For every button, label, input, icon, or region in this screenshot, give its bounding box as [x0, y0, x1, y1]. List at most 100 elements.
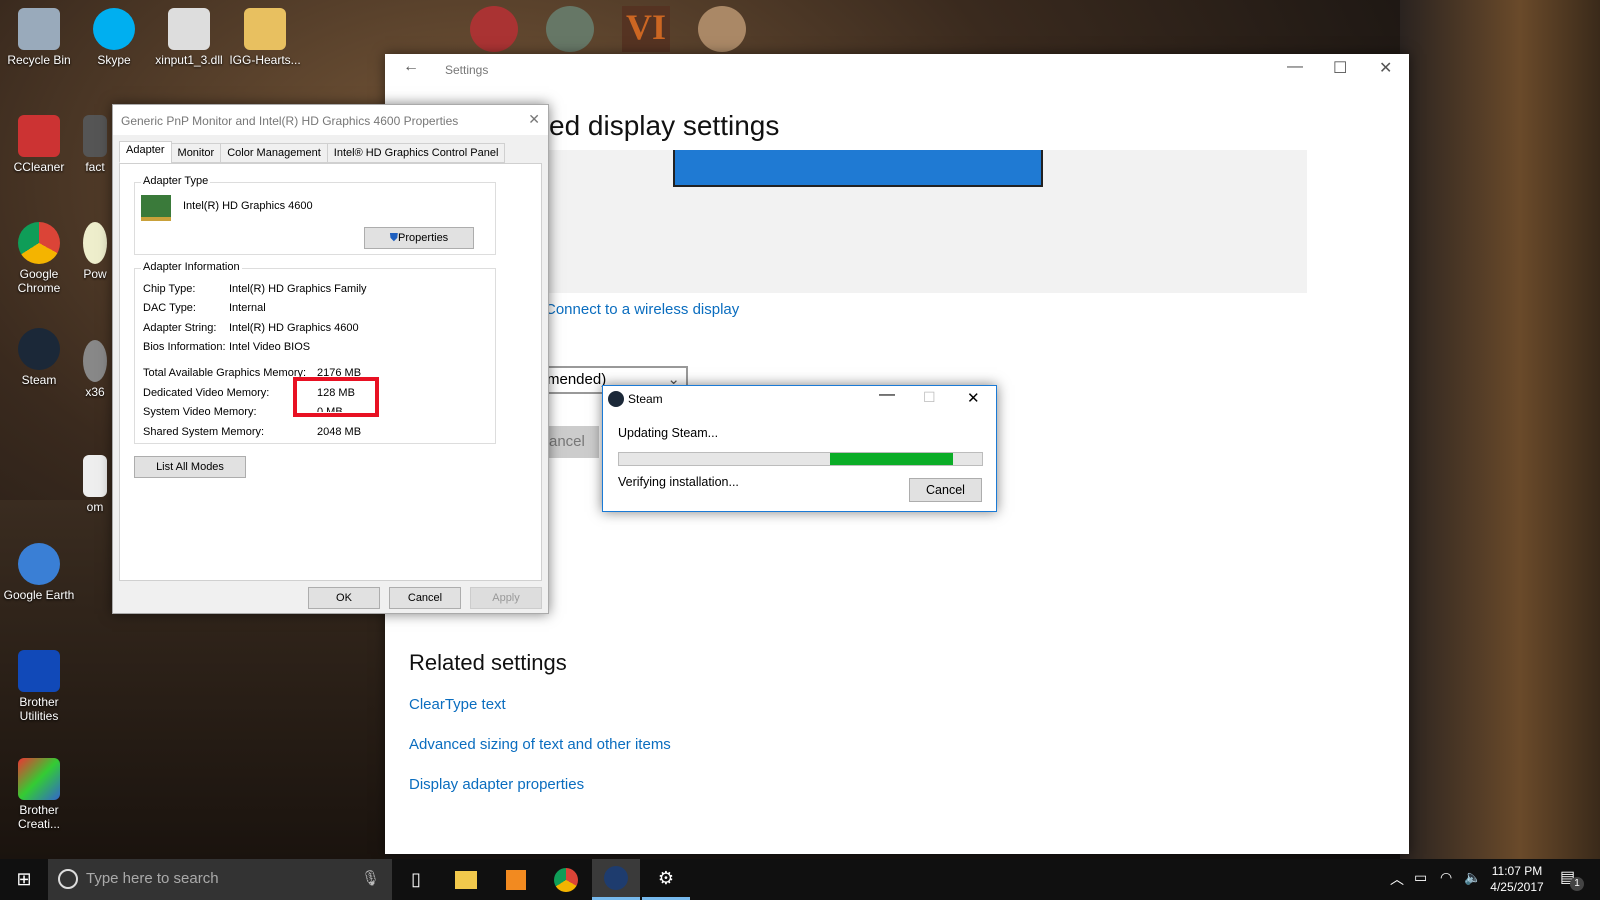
settings-taskbar-button[interactable]: ⚙ [642, 859, 690, 900]
search-box[interactable]: Type here to search 🎙 [48, 859, 392, 900]
tab-intel-control-panel[interactable]: Intel® HD Graphics Control Panel [326, 143, 506, 163]
file-icon [83, 115, 107, 157]
file-icon [83, 455, 107, 497]
volume-icon[interactable]: 🔈 [1464, 869, 1481, 886]
task-view-button[interactable]: ▯ [392, 859, 440, 900]
maximize-button: ☐ [923, 389, 936, 405]
notification-badge: 1 [1570, 877, 1584, 891]
minimize-button[interactable]: — [1287, 58, 1303, 76]
google-earth-icon [18, 543, 60, 585]
close-button[interactable]: ✕ [1379, 58, 1392, 78]
game-icon[interactable] [470, 6, 518, 52]
file-explorer-button[interactable] [442, 859, 490, 900]
progress-bar-fill [829, 453, 953, 465]
folder-icon [244, 8, 286, 50]
dialog-title: Steam [628, 392, 663, 406]
desktop-icon-igg[interactable]: IGG-Hearts... [226, 8, 304, 67]
dialog-title: Generic PnP Monitor and Intel(R) HD Grap… [121, 114, 459, 128]
close-icon[interactable]: ✕ [528, 111, 540, 128]
detail-text: Verifying installation... [618, 475, 739, 489]
red-highlight-box [293, 377, 379, 417]
bios-info-value: Intel Video BIOS [229, 341, 311, 353]
cancel-button[interactable]: ancel [549, 426, 599, 458]
desktop-icon-ccleaner[interactable]: CCleaner [0, 115, 78, 174]
shared-memory-value: 2048 MB [317, 426, 362, 438]
steam-icon [18, 328, 60, 370]
adapter-information-group: Adapter Information Chip Type: Intel(R) H… [134, 261, 496, 444]
wifi-icon[interactable]: ◠ [1440, 869, 1452, 886]
wallpaper [1400, 0, 1600, 860]
desktop-icon-google-earth[interactable]: Google Earth [0, 543, 78, 602]
action-center-button[interactable]: ▤ 1 [1560, 867, 1584, 891]
display-adapter-properties-link[interactable]: Display adapter properties [409, 776, 584, 793]
back-arrow-icon[interactable]: ← [403, 58, 419, 76]
chrome-taskbar-button[interactable] [542, 859, 590, 900]
desktop-icon-brother-utilities[interactable]: Brother Utilities [0, 650, 78, 723]
window-title: Settings [445, 63, 489, 77]
recycle-bin-icon [18, 8, 60, 50]
chrome-icon [18, 222, 60, 264]
taskbar: ⊞ Type here to search 🎙 ▯ ⚙ ︿ ▭ ◠ 🔈 11:0… [0, 859, 1600, 900]
display-monitor-1[interactable] [673, 150, 1043, 187]
skype-icon [93, 8, 135, 50]
clock[interactable]: 11:07 PM 4/25/2017 [1482, 863, 1552, 895]
cleartype-link[interactable]: ClearType text [409, 696, 506, 713]
cancel-button[interactable]: Cancel [389, 587, 461, 609]
properties-button[interactable]: ⛊Properties [364, 227, 474, 249]
connect-wireless-display-link[interactable]: Connect to a wireless display [545, 301, 739, 318]
status-text: Updating Steam... [618, 426, 719, 440]
tab-adapter[interactable]: Adapter [119, 141, 172, 163]
minimize-button[interactable]: — [879, 386, 895, 404]
advanced-sizing-link[interactable]: Advanced sizing of text and other items [409, 736, 671, 753]
chip-type-value: Intel(R) HD Graphics Family [229, 283, 367, 295]
desktop-icon-xinput[interactable]: xinput1_3.dll [150, 8, 228, 67]
list-all-modes-button[interactable]: List All Modes [134, 456, 246, 478]
media-player-button[interactable] [492, 859, 540, 900]
apply-button[interactable]: Apply [470, 587, 542, 609]
game-icon[interactable] [546, 6, 594, 52]
brother-utilities-icon [18, 650, 60, 692]
microphone-icon[interactable]: 🎙 [361, 869, 380, 887]
adapter-tab-panel: Adapter Type Intel(R) HD Graphics 4600 ⛊… [119, 163, 542, 581]
maximize-button[interactable]: ☐ [1333, 58, 1347, 78]
media-player-icon [506, 869, 526, 890]
desktop-icon-chrome[interactable]: Google Chrome [0, 222, 78, 295]
folder-icon [455, 870, 477, 889]
related-settings-heading: Related settings [409, 650, 567, 675]
desktop-icon-fact[interactable]: fact [80, 115, 110, 174]
start-button[interactable]: ⊞ [0, 859, 48, 900]
tab-monitor[interactable]: Monitor [170, 143, 222, 163]
dac-type-value: Internal [229, 302, 266, 314]
cortana-icon [58, 869, 78, 889]
ok-button[interactable]: OK [308, 587, 380, 609]
gear-icon: ⚙ [657, 867, 675, 888]
desktop-icon-pow[interactable]: Pow [80, 222, 110, 281]
progress-bar [618, 452, 983, 466]
desktop-icon-x36[interactable]: x36 [80, 340, 110, 399]
desktop-icon-steam[interactable]: Steam [0, 328, 78, 387]
tab-color-management[interactable]: Color Management [220, 143, 328, 163]
adapter-string-value: Intel(R) HD Graphics 4600 [229, 322, 359, 334]
display-preview-area [549, 150, 1307, 293]
desktop-icon-skype[interactable]: Skype [75, 8, 153, 67]
cancel-button[interactable]: Cancel [909, 478, 982, 502]
chrome-icon [554, 867, 578, 892]
close-button[interactable]: ✕ [967, 389, 980, 407]
game-icon[interactable] [698, 6, 746, 52]
uac-shield-icon: ⛊ [389, 232, 399, 244]
steam-update-dialog: Steam — ☐ ✕ Updating Steam... Verifying … [602, 385, 997, 512]
desktop-icon-om[interactable]: om [80, 455, 110, 514]
game-icon[interactable]: VI [622, 6, 670, 52]
gear-icon [83, 340, 107, 382]
show-hidden-icons-chevron[interactable]: ︿ [1390, 869, 1404, 889]
desktop-icon-brother-creative[interactable]: Brother Creati... [0, 758, 78, 831]
graphics-card-icon [141, 195, 171, 221]
adapter-properties-dialog: Generic PnP Monitor and Intel(R) HD Grap… [112, 104, 549, 614]
steam-taskbar-button[interactable] [592, 859, 640, 900]
battery-icon[interactable]: ▭ [1414, 869, 1427, 886]
brother-creative-icon [18, 758, 60, 800]
adapter-type-group: Adapter Type Intel(R) HD Graphics 4600 ⛊… [134, 175, 496, 255]
windows-logo-icon: ⊞ [16, 869, 32, 889]
ccleaner-icon [18, 115, 60, 157]
desktop-icon-recycle-bin[interactable]: Recycle Bin [0, 8, 78, 67]
